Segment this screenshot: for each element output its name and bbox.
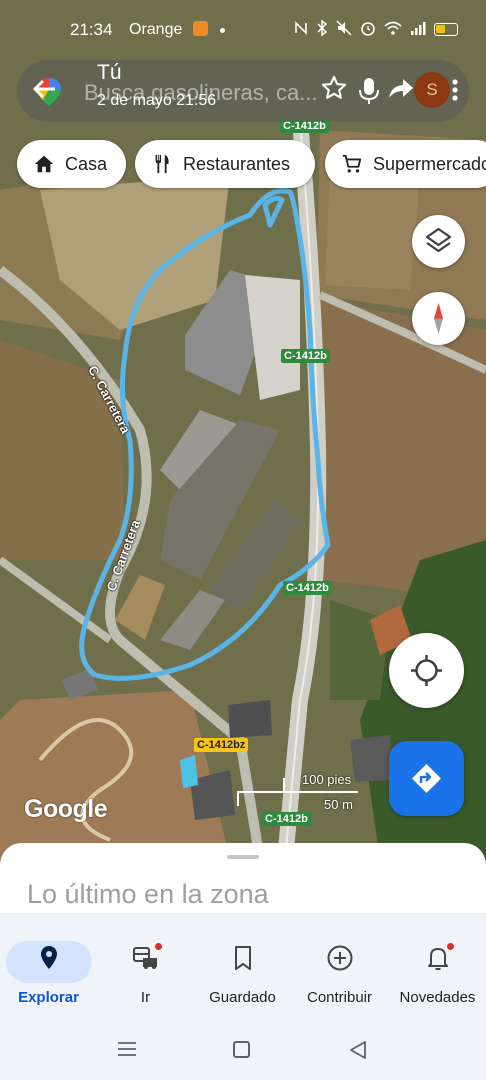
search-bar[interactable]: Busca gasolineras, ca... Tú 2 de mayo 21… <box>17 60 469 122</box>
location-pin-icon <box>40 946 57 969</box>
nav-label: Contribuir <box>306 989 373 1006</box>
location-title: Tú <box>97 61 122 84</box>
compass-icon <box>434 303 443 334</box>
sheet-divider <box>0 913 486 935</box>
avatar[interactable]: S <box>414 72 450 108</box>
nav-label: Ir <box>140 989 151 1006</box>
mute-icon <box>336 20 352 39</box>
nav-label: Explorar <box>18 989 79 1006</box>
bluetooth-icon <box>316 19 328 39</box>
road-label: C-1412b <box>281 349 330 363</box>
bottom-navigation: Explorar Ir Guardado Contribuir Novedade… <box>0 935 486 1015</box>
more-options-button[interactable] <box>450 76 460 104</box>
home-button[interactable] <box>233 1041 250 1058</box>
chip-label: Casa <box>65 153 108 174</box>
location-timestamp: 2 de mayo 21:56 <box>97 92 217 109</box>
nav-explore[interactable]: Explorar <box>0 935 97 1015</box>
notification-dot-icon <box>220 28 225 33</box>
scale-imperial: 100 pies <box>302 772 352 787</box>
chip-restaurants[interactable]: Restaurantes <box>135 140 315 188</box>
cart-icon <box>342 154 362 173</box>
microphone-icon <box>359 78 379 104</box>
layers-button[interactable] <box>412 215 465 268</box>
alarm-icon <box>360 20 376 39</box>
status-carrier: Orange <box>129 21 183 38</box>
nav-label: Novedades <box>399 989 476 1006</box>
share-button[interactable] <box>385 74 415 104</box>
more-vert-icon <box>452 79 458 101</box>
nav-contribute[interactable]: Contribuir <box>291 935 388 1015</box>
compass-button[interactable] <box>412 292 465 345</box>
nfc-icon <box>294 21 308 38</box>
restaurant-icon <box>155 154 169 174</box>
sheet-drag-handle[interactable] <box>227 855 259 859</box>
nav-saved[interactable]: Guardado <box>194 935 291 1015</box>
share-arrow-icon <box>389 79 413 98</box>
notification-app-icon <box>193 21 208 36</box>
battery-icon <box>434 23 458 36</box>
satellite-imagery <box>0 0 486 860</box>
road-label: C-1412bz <box>194 738 249 752</box>
back-triangle-icon[interactable] <box>348 1040 368 1060</box>
status-bar: 21:34 Orange <box>0 0 486 60</box>
google-logo: Google <box>24 795 108 823</box>
crosshair-icon <box>411 655 442 686</box>
sheet-title: Lo último en la zona <box>27 879 269 909</box>
signal-icon <box>410 21 426 38</box>
add-circle-icon <box>327 945 352 971</box>
wifi-icon <box>384 21 402 38</box>
maps-pin-back-icon <box>33 78 61 106</box>
back-button[interactable] <box>31 74 67 110</box>
chip-supermarket[interactable]: Supermercado <box>325 140 486 188</box>
directions-icon <box>412 764 441 793</box>
nav-label: Guardado <box>209 989 276 1006</box>
nav-updates[interactable]: Novedades <box>389 935 486 1015</box>
chip-label: Supermercado <box>373 153 486 174</box>
map-view[interactable]: C-1412b C-1412b C-1412b C-1412bz C-1412b… <box>0 0 486 860</box>
road-label: C-1412b <box>283 581 332 595</box>
home-icon <box>34 155 54 173</box>
system-navigation-bar <box>0 1015 486 1080</box>
bookmark-icon <box>234 946 251 970</box>
layers-icon <box>425 227 452 253</box>
road-label: C-1412b <box>262 812 311 826</box>
scale-metric: 50 m <box>324 797 353 812</box>
bottom-sheet[interactable]: Lo último en la zona <box>0 843 486 938</box>
chip-home[interactable]: Casa <box>17 140 126 188</box>
my-location-button[interactable] <box>389 633 464 708</box>
nav-go[interactable]: Ir <box>97 935 194 1015</box>
star-icon <box>321 75 347 99</box>
notification-badge <box>155 943 162 950</box>
directions-button[interactable] <box>389 741 464 816</box>
notification-badge <box>447 943 454 950</box>
star-button[interactable] <box>320 74 348 102</box>
voice-search-button[interactable] <box>357 76 381 106</box>
status-time: 21:34 <box>70 20 113 39</box>
recent-apps-icon[interactable] <box>117 1042 137 1056</box>
chip-label: Restaurantes <box>183 153 291 174</box>
